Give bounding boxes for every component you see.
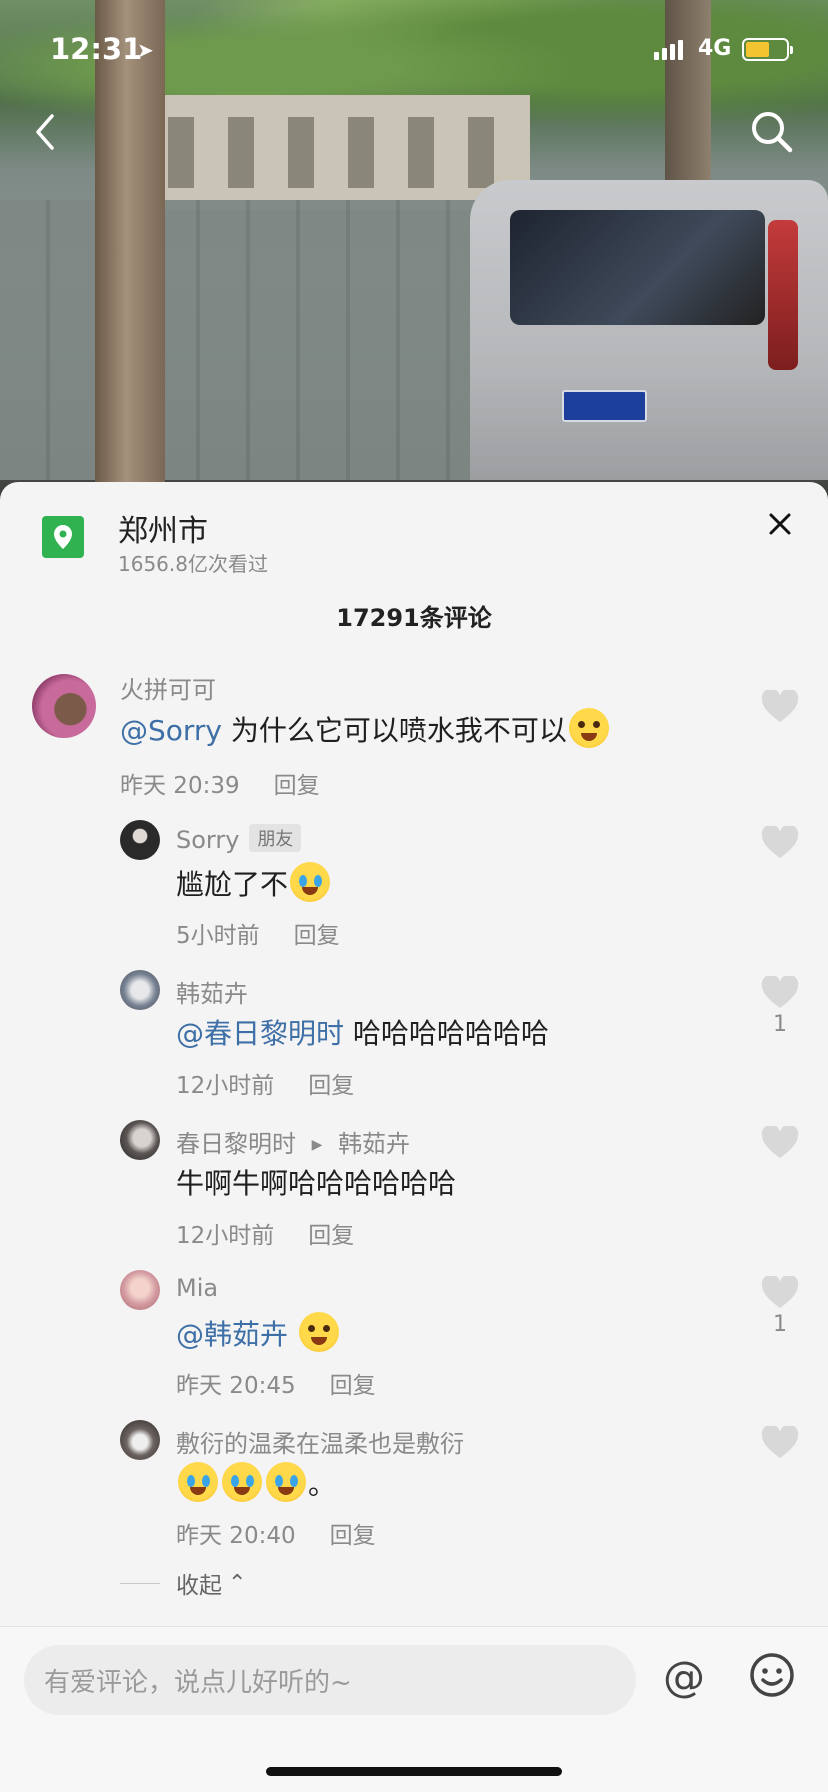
home-indicator[interactable]: [266, 1767, 562, 1776]
signal-icon: [654, 38, 683, 60]
status-bar: 12:31 ➤ 4G: [0, 0, 828, 100]
license-plate: [562, 390, 647, 422]
crying-laughing-emoji: [266, 1462, 306, 1502]
car-taillight: [768, 220, 798, 370]
comment-author[interactable]: 韩茹卉: [176, 974, 248, 1009]
building: [150, 95, 530, 210]
comment-meta: 昨天 20:45 回复: [176, 1366, 376, 1400]
heart-icon[interactable]: [761, 1276, 799, 1310]
comment-text: 。: [176, 1462, 336, 1503]
comment-meta: 12小时前 回复: [176, 1066, 354, 1100]
avatar[interactable]: [120, 970, 160, 1010]
like-count: 1: [773, 1012, 787, 1037]
reply-button[interactable]: 回复: [308, 1073, 354, 1099]
comment-author[interactable]: 敷衍的温柔在温柔也是敷衍: [176, 1424, 464, 1459]
chevron-up-icon: ⌃: [228, 1570, 247, 1596]
comment-time: 昨天 20:39: [120, 773, 240, 799]
heart-icon[interactable]: [761, 826, 799, 860]
comment-time: 5小时前: [176, 923, 260, 949]
reply-arrow-icon: ▶: [311, 1137, 323, 1153]
location-arrow-icon: ➤: [137, 38, 154, 62]
heart-icon[interactable]: [761, 1426, 799, 1460]
mention-link[interactable]: @韩茹卉: [176, 1318, 288, 1351]
comment-time: 12小时前: [176, 1223, 275, 1249]
crying-laughing-emoji: [222, 1462, 262, 1502]
avatar[interactable]: [120, 1120, 160, 1160]
reply-button[interactable]: 回复: [330, 1523, 376, 1549]
close-icon: [769, 513, 791, 535]
comment-input[interactable]: 有爱评论，说点儿好听的~: [24, 1645, 636, 1715]
car-window: [510, 210, 765, 325]
comment-meta: 12小时前 回复: [176, 1216, 354, 1250]
crying-laughing-emoji: [178, 1462, 218, 1502]
heart-icon[interactable]: [761, 1126, 799, 1160]
collapse-label: 收起: [176, 1573, 222, 1599]
search-icon: [752, 112, 793, 153]
emoji-picker-icon[interactable]: [748, 1651, 796, 1699]
back-button[interactable]: [28, 108, 68, 156]
comment-author[interactable]: Sorry 朋友: [176, 824, 302, 854]
network-type: 4G: [698, 36, 732, 61]
mention-link[interactable]: @春日黎明时: [176, 1017, 344, 1050]
reply-to-name[interactable]: 韩茹卉: [338, 1130, 410, 1158]
close-button[interactable]: [760, 504, 800, 544]
comment-input-bar: 有爱评论，说点儿好听的~ @: [0, 1626, 828, 1792]
like-count: 1: [773, 1312, 787, 1337]
comment-text: @Sorry 为什么它可以喷水我不可以: [120, 708, 611, 749]
reply-button[interactable]: 回复: [294, 923, 340, 949]
comment-text: 牛啊牛啊哈哈哈哈哈哈: [176, 1167, 457, 1200]
heart-icon[interactable]: [761, 976, 799, 1010]
comment-author[interactable]: 春日黎明时 ▶ 韩茹卉: [176, 1124, 410, 1159]
comment-time: 昨天 20:40: [176, 1523, 296, 1549]
reply-button[interactable]: 回复: [308, 1223, 354, 1249]
comment-time: 昨天 20:45: [176, 1373, 296, 1399]
avatar[interactable]: [120, 1420, 160, 1460]
crying-laughing-emoji: [290, 862, 331, 902]
comment-time: 12小时前: [176, 1073, 275, 1099]
friend-badge: 朋友: [249, 824, 302, 852]
comment-count: 17291条评论: [336, 604, 492, 632]
comment-meta: 昨天 20:39 回复: [120, 766, 320, 800]
location-name[interactable]: 郑州市: [118, 506, 208, 550]
comment-meta: 昨天 20:40 回复: [176, 1516, 376, 1550]
fence-wall: [0, 200, 520, 480]
location-pin-icon[interactable]: [42, 516, 84, 558]
car: [470, 180, 828, 480]
avatar[interactable]: [120, 820, 160, 860]
comment-author[interactable]: 火拼可可: [120, 670, 216, 705]
comment-meta: 5小时前 回复: [176, 916, 340, 950]
mention-link[interactable]: @Sorry: [120, 714, 222, 747]
collapse-replies-button[interactable]: 收起 ⌃: [120, 1566, 246, 1600]
comment-text: @春日黎明时 哈哈哈哈哈哈哈: [176, 1017, 549, 1050]
search-button[interactable]: [748, 108, 796, 156]
battery-icon: [742, 38, 793, 61]
pleading-face-emoji: [298, 1312, 339, 1352]
divider: [120, 1582, 160, 1584]
mention-at-button[interactable]: @: [658, 1651, 710, 1703]
status-time: 12:31: [50, 32, 143, 66]
reply-button[interactable]: 回复: [330, 1373, 376, 1399]
location-views: 1656.8亿次看过: [118, 552, 268, 576]
comment-text: @韩茹卉: [176, 1312, 341, 1353]
avatar[interactable]: [120, 1270, 160, 1310]
heart-icon[interactable]: [761, 690, 799, 724]
comment-text: 尴尬了不: [176, 862, 332, 903]
pleading-face-emoji: [568, 708, 609, 748]
comment-author[interactable]: Mia: [176, 1274, 218, 1302]
avatar[interactable]: [32, 674, 96, 738]
reply-button[interactable]: 回复: [274, 773, 320, 799]
chevron-left-icon: [36, 114, 54, 150]
